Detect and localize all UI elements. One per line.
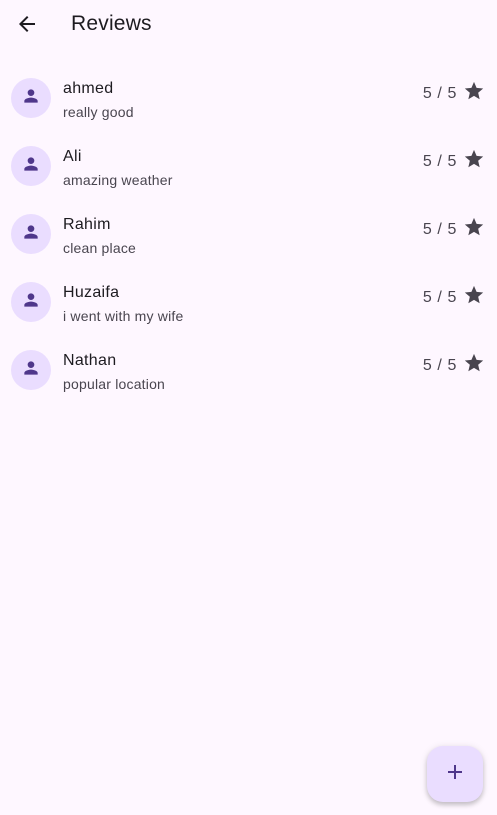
rating-value: 5 / 5 xyxy=(422,152,457,170)
review-comment: popular location xyxy=(63,376,166,392)
back-button[interactable] xyxy=(7,6,47,46)
review-item[interactable]: Huzaifa i went with my wife 5 / 5 xyxy=(0,268,497,336)
review-comment: i went with my wife xyxy=(63,308,184,324)
star-icon xyxy=(463,284,485,311)
page-title: Reviews xyxy=(71,12,152,35)
reviewer-name: Ali xyxy=(63,148,82,165)
rating-value: 5 / 5 xyxy=(422,84,457,102)
star-icon xyxy=(463,148,485,175)
review-comment: really good xyxy=(63,104,134,120)
reviews-screen: Reviews ahmed really good 5 / 5 Ali amaz… xyxy=(0,0,497,815)
rating-value: 5 / 5 xyxy=(422,288,457,306)
review-comment: amazing weather xyxy=(63,172,173,188)
rating-value: 5 / 5 xyxy=(422,220,457,238)
app-bar: Reviews xyxy=(0,0,497,52)
review-item[interactable]: Nathan popular location 5 / 5 xyxy=(0,336,497,404)
reviewer-name: ahmed xyxy=(63,80,114,97)
review-item[interactable]: ahmed really good 5 / 5 xyxy=(0,64,497,132)
avatar xyxy=(11,282,51,322)
avatar xyxy=(11,214,51,254)
add-review-button[interactable] xyxy=(427,746,483,802)
star-icon xyxy=(463,80,485,107)
avatar xyxy=(11,146,51,186)
add-icon xyxy=(443,760,467,789)
rating-value: 5 / 5 xyxy=(422,356,457,374)
person-icon xyxy=(21,290,41,315)
review-item[interactable]: Ali amazing weather 5 / 5 xyxy=(0,132,497,200)
person-icon xyxy=(21,222,41,247)
reviewer-name: Nathan xyxy=(63,352,117,369)
rating: 5 / 5 xyxy=(423,216,485,243)
review-comment: clean place xyxy=(63,240,137,256)
reviewer-name: Huzaifa xyxy=(63,284,120,301)
person-icon xyxy=(21,154,41,179)
review-item[interactable]: Rahim clean place 5 / 5 xyxy=(0,200,497,268)
avatar xyxy=(11,350,51,390)
person-icon xyxy=(21,358,41,383)
arrow-back-icon xyxy=(15,12,39,41)
rating: 5 / 5 xyxy=(423,80,485,107)
star-icon xyxy=(463,352,485,379)
rating: 5 / 5 xyxy=(423,352,485,379)
rating: 5 / 5 xyxy=(423,284,485,311)
reviews-list: ahmed really good 5 / 5 Ali amazing weat… xyxy=(0,64,497,404)
star-icon xyxy=(463,216,485,243)
avatar xyxy=(11,78,51,118)
person-icon xyxy=(21,86,41,111)
rating: 5 / 5 xyxy=(423,148,485,175)
reviewer-name: Rahim xyxy=(63,216,111,233)
